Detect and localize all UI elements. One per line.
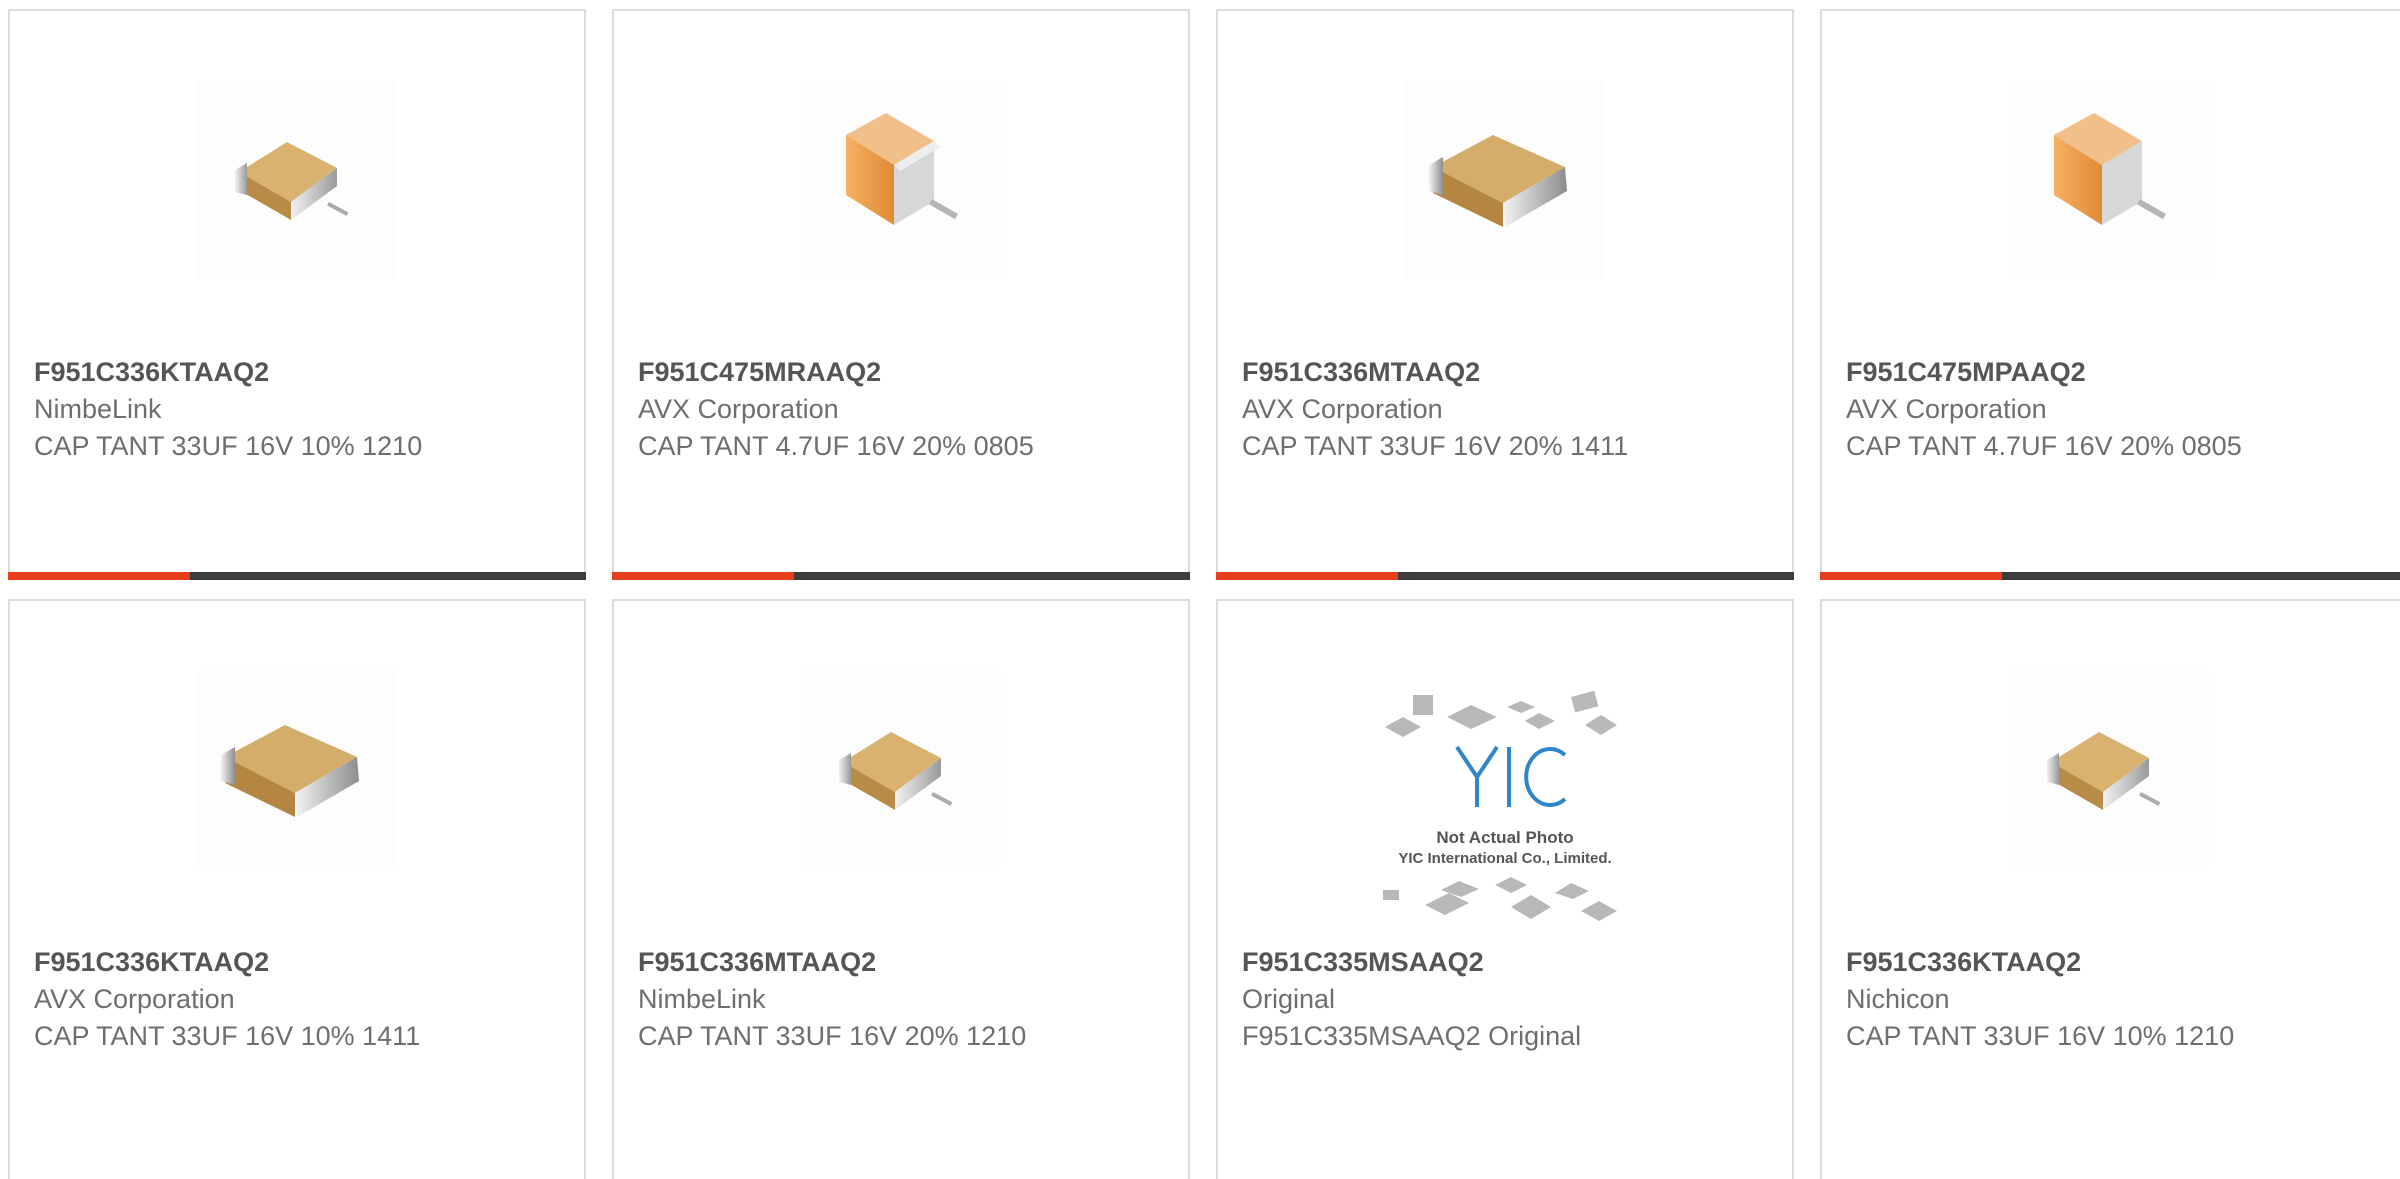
tantalum-chip-large-icon bbox=[1405, 80, 1605, 280]
product-card[interactable]: F951C336KTAAQ2 NimbeLink CAP TANT 33UF 1… bbox=[8, 9, 586, 580]
manufacturer: AVX Corporation bbox=[638, 394, 839, 424]
product-card[interactable]: F951C336KTAAQ2 AVX Corporation CAP TANT … bbox=[8, 599, 586, 1179]
part-number[interactable]: F951C475MRAAQ2 bbox=[638, 353, 1172, 391]
manufacturer: Nichicon bbox=[1846, 984, 1950, 1014]
not-actual-photo-placeholder: Not Actual Photo YIC International Co., … bbox=[1365, 685, 1645, 935]
part-number[interactable]: F951C336KTAAQ2 bbox=[34, 943, 568, 981]
description: F951C335MSAAQ2 Original bbox=[1242, 1021, 1582, 1051]
manufacturer: Original bbox=[1242, 984, 1336, 1014]
product-card[interactable]: Not Actual Photo YIC International Co., … bbox=[1216, 599, 1794, 1179]
tantalum-chip-small-icon bbox=[2009, 670, 2209, 870]
part-number[interactable]: F951C475MPAAQ2 bbox=[1846, 353, 2384, 391]
description: CAP TANT 33UF 16V 10% 1210 bbox=[1846, 1021, 2235, 1051]
tantalum-chip-small-icon bbox=[801, 670, 1001, 870]
manufacturer: AVX Corporation bbox=[34, 984, 235, 1014]
placeholder-line1: Not Actual Photo bbox=[1436, 828, 1573, 847]
description: CAP TANT 33UF 16V 20% 1210 bbox=[638, 1021, 1027, 1051]
card-bottom-bar bbox=[612, 572, 1190, 580]
bar-accent bbox=[1820, 572, 2002, 580]
tantalum-chip-orange-icon bbox=[801, 80, 1001, 280]
description: CAP TANT 33UF 16V 10% 1210 bbox=[34, 431, 423, 461]
manufacturer: NimbeLink bbox=[34, 394, 162, 424]
manufacturer: AVX Corporation bbox=[1846, 394, 2047, 424]
part-number[interactable]: F951C335MSAAQ2 bbox=[1242, 943, 1776, 981]
product-card[interactable]: F951C336MTAAQ2 AVX Corporation CAP TANT … bbox=[1216, 9, 1794, 580]
tantalum-chip-orange-icon bbox=[2009, 80, 2209, 280]
bar-accent bbox=[612, 572, 794, 580]
manufacturer: NimbeLink bbox=[638, 984, 766, 1014]
part-number[interactable]: F951C336KTAAQ2 bbox=[1846, 943, 2384, 981]
description: CAP TANT 4.7UF 16V 20% 0805 bbox=[638, 431, 1034, 461]
product-card[interactable]: F951C475MPAAQ2 AVX Corporation CAP TANT … bbox=[1820, 9, 2400, 580]
product-card[interactable]: F951C336KTAAQ2 Nichicon CAP TANT 33UF 16… bbox=[1820, 599, 2400, 1179]
card-bottom-bar bbox=[1820, 572, 2400, 580]
tantalum-chip-small-icon bbox=[197, 80, 397, 280]
description: CAP TANT 4.7UF 16V 20% 0805 bbox=[1846, 431, 2242, 461]
part-number[interactable]: F951C336MTAAQ2 bbox=[638, 943, 1172, 981]
bar-accent bbox=[8, 572, 190, 580]
part-number[interactable]: F951C336KTAAQ2 bbox=[34, 353, 568, 391]
description: CAP TANT 33UF 16V 10% 1411 bbox=[34, 1021, 421, 1051]
bar-accent bbox=[1216, 572, 1398, 580]
card-bottom-bar bbox=[1216, 572, 1794, 580]
product-card[interactable]: F951C336MTAAQ2 NimbeLink CAP TANT 33UF 1… bbox=[612, 599, 1190, 1179]
placeholder-line2: YIC International Co., Limited. bbox=[1398, 850, 1611, 867]
card-bottom-bar bbox=[8, 572, 586, 580]
part-number[interactable]: F951C336MTAAQ2 bbox=[1242, 353, 1776, 391]
product-card[interactable]: F951C475MRAAQ2 AVX Corporation CAP TANT … bbox=[612, 9, 1190, 580]
description: CAP TANT 33UF 16V 20% 1411 bbox=[1242, 431, 1629, 461]
manufacturer: AVX Corporation bbox=[1242, 394, 1443, 424]
tantalum-chip-large-icon bbox=[197, 670, 397, 870]
